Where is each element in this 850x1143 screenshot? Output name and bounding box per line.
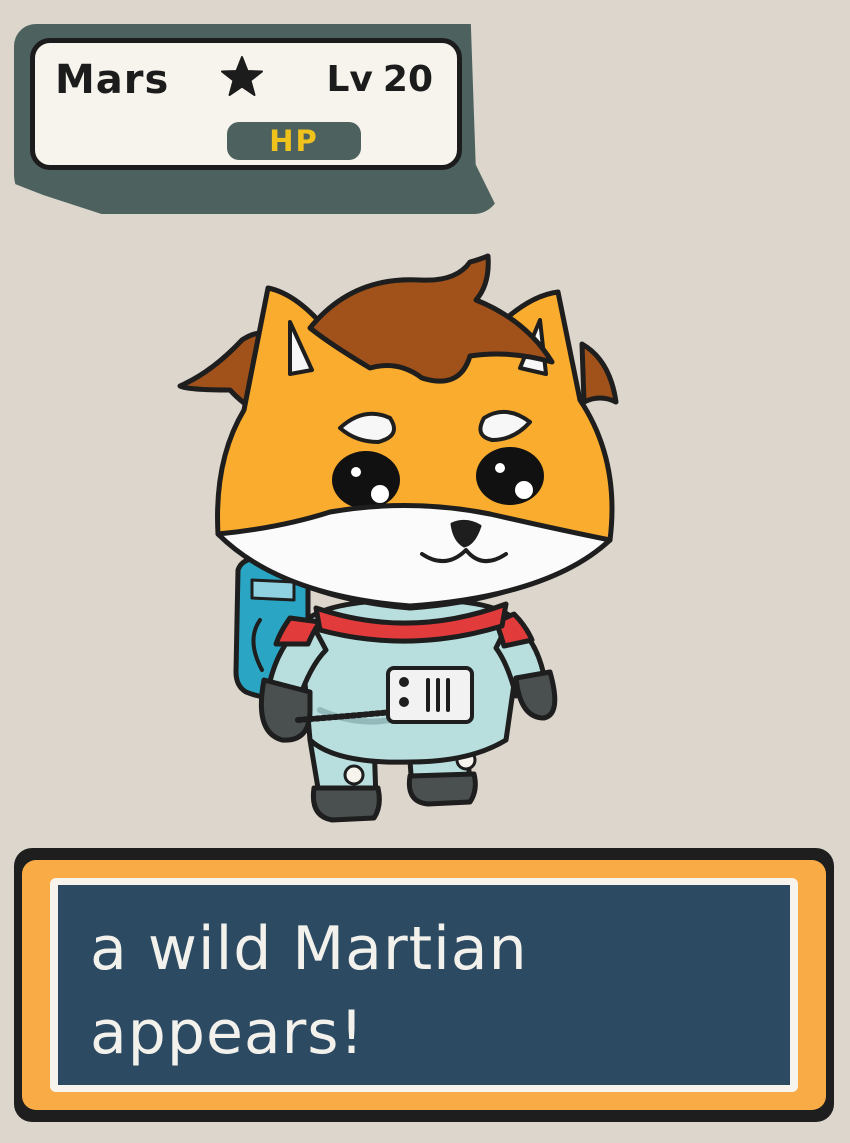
dialog-message: a wild Martian appears! <box>90 907 760 1075</box>
dialog-inner-border: a wild Martian appears! <box>50 878 798 1092</box>
dialog-line-1: a wild Martian <box>90 914 528 984</box>
creature-name: Mars <box>55 57 170 103</box>
hp-label: HP <box>269 124 319 158</box>
status-panel: Mars Lv 20 HP <box>30 38 462 170</box>
dialog-frame: a wild Martian appears! <box>22 860 826 1110</box>
hp-bar: HP <box>227 122 361 160</box>
fox-astronaut-sprite <box>177 253 619 823</box>
dialog-text-area: a wild Martian appears! <box>58 885 790 1085</box>
star-icon <box>221 56 263 96</box>
level-value: 20 <box>382 59 433 100</box>
level-prefix: Lv <box>326 59 373 100</box>
level-indicator: Lv 20 <box>326 59 433 100</box>
dialog-box: a wild Martian appears! <box>14 848 834 1122</box>
dialog-line-2: appears! <box>90 998 365 1068</box>
